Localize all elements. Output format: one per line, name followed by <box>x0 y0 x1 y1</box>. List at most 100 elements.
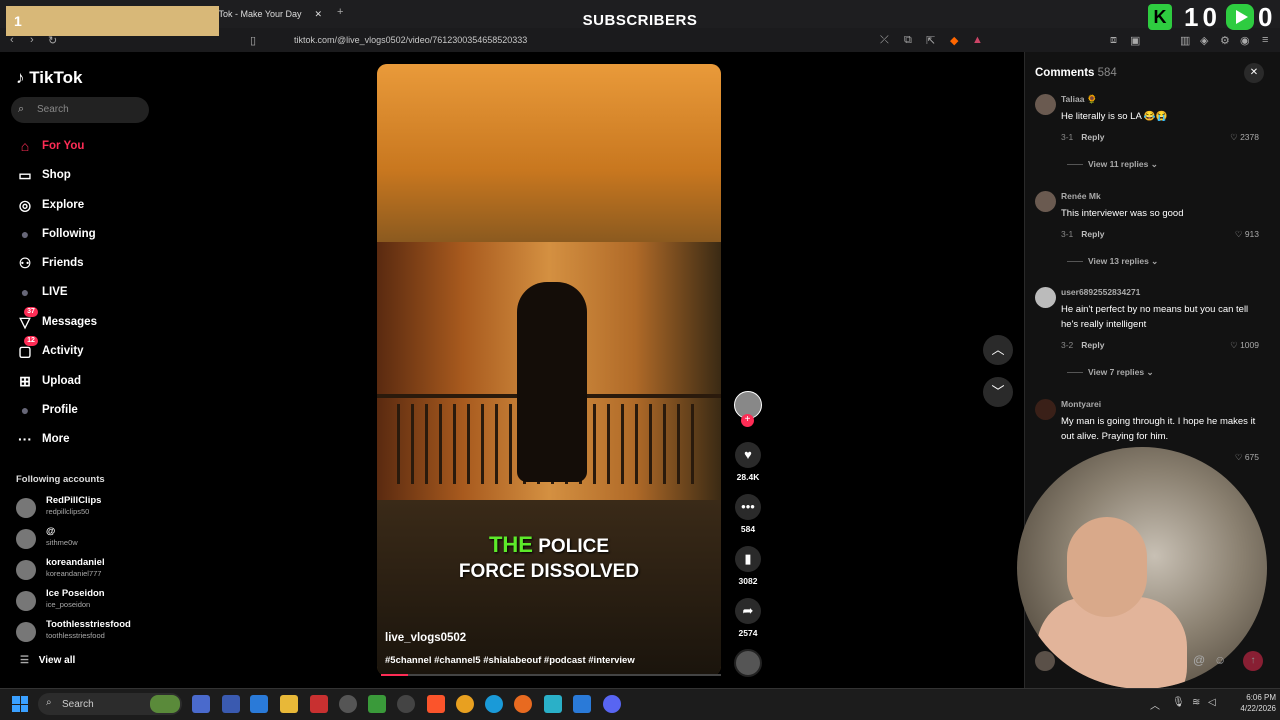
music-disc-icon[interactable] <box>734 649 762 677</box>
sidebar-item-activity[interactable]: ▢ 12 Activity <box>16 336 156 362</box>
search-input[interactable]: ⌕ Search <box>11 97 149 123</box>
sidebar-item-live[interactable]: ● LIVE <box>16 283 156 303</box>
sidebar-item-following[interactable]: ● Following <box>16 225 156 245</box>
subscriber-count: 10 <box>1184 2 1221 32</box>
view-replies-button[interactable]: View 13 replies ⌄ <box>1067 256 1158 267</box>
screenshot-icon[interactable]: ⧉ <box>904 34 912 47</box>
sidebar-item-more[interactable]: ··· More <box>16 430 156 450</box>
split-view-icon[interactable]: ▥ <box>1180 34 1190 47</box>
tiktok-logo[interactable]: ♪ TikTok <box>16 68 82 88</box>
following-account-item[interactable]: Toothlesstriesfood toothlesstriesfood <box>16 618 156 648</box>
github-icon[interactable] <box>397 695 415 713</box>
app-icon[interactable] <box>222 695 240 713</box>
commenter-avatar[interactable] <box>1035 399 1056 420</box>
sidebar-item-for-you[interactable]: ⌂ For You <box>16 137 156 157</box>
vpn-icon[interactable]: ⚙ <box>1220 34 1230 47</box>
sidebar-item-friends[interactable]: ⚇ Friends <box>16 254 156 274</box>
shield-app-icon[interactable] <box>368 695 386 713</box>
comment-button[interactable]: ••• 584 <box>735 494 761 534</box>
weather-widget-icon[interactable] <box>150 695 180 713</box>
close-comments-button[interactable]: ✕ <box>1244 63 1264 83</box>
save-button[interactable]: ▮ 3082 <box>735 546 761 586</box>
following-account-item[interactable]: RedPillClips redpillclips50 <box>16 494 156 524</box>
following-account-item[interactable]: koreandaniel koreandaniel777 <box>16 556 156 586</box>
video-player[interactable] <box>377 64 721 676</box>
commenter-avatar[interactable] <box>1035 191 1056 212</box>
video-progress-bar[interactable] <box>381 674 721 676</box>
view-replies-button[interactable]: View 7 replies ⌄ <box>1067 367 1154 378</box>
rewards-icon[interactable]: ▲ <box>972 34 983 46</box>
comment-like-button[interactable]: ♡ 1009 <box>1230 340 1259 351</box>
leo-icon[interactable]: ◉ <box>1240 34 1250 47</box>
chrome-icon[interactable] <box>456 695 474 713</box>
wifi-icon[interactable]: ≋ <box>1192 697 1200 708</box>
view-all-button[interactable]: ☰ View all <box>20 655 75 666</box>
search-placeholder: Search <box>37 104 69 115</box>
cast-icon[interactable]: ⤫ <box>880 34 889 47</box>
comment-like-button[interactable]: ♡ 2378 <box>1230 132 1259 143</box>
file-explorer-icon[interactable] <box>280 695 298 713</box>
like-button[interactable]: ♥ 28.4K <box>735 442 761 482</box>
view-all-label: View all <box>38 655 76 666</box>
wallet-icon[interactable]: ◈ <box>1200 34 1208 47</box>
sidebar-item-messages[interactable]: ▽ 37 Messages <box>16 307 156 333</box>
sidebar-item-upload[interactable]: ⊞ Upload <box>16 372 156 392</box>
view-replies-label: View 7 replies <box>1088 367 1145 377</box>
following-account-item[interactable]: @ sithme0w <box>16 525 156 555</box>
brave-shield-icon[interactable]: ◆ <box>950 34 958 47</box>
tray-chevron-icon[interactable]: ︿ <box>1150 697 1160 712</box>
firefox-icon[interactable] <box>514 695 532 713</box>
emoji-icon[interactable]: ☺ <box>1214 653 1226 667</box>
sidebar-item-profile[interactable]: ● Profile <box>16 401 156 421</box>
commenter-name[interactable]: Taliaa 🌻 <box>1061 94 1097 105</box>
comment-like-button[interactable]: ♡ 675 <box>1235 452 1259 463</box>
reply-button[interactable]: Reply <box>1081 340 1104 350</box>
notification-badge: 12 <box>24 336 38 346</box>
commenter-name[interactable]: Montyarei <box>1061 399 1101 409</box>
vscode-icon[interactable] <box>573 695 591 713</box>
video-username[interactable]: live_vlogs0502 <box>385 632 466 644</box>
video-hashtags[interactable]: #5channel #channel5 #shialabeouf #podcas… <box>385 655 635 666</box>
commenter-name[interactable]: Renée Mk <box>1061 191 1101 201</box>
brave-browser-icon[interactable] <box>427 695 445 713</box>
commenter-name[interactable]: user6892552834271 <box>1061 287 1140 297</box>
share-button[interactable]: ➦ 2574 <box>735 598 761 638</box>
sidebar-toggle-icon[interactable]: ▣ <box>1130 34 1140 47</box>
view-replies-button[interactable]: View 11 replies ⌄ <box>1067 159 1158 170</box>
mention-icon[interactable]: @ <box>1193 653 1205 667</box>
post-comment-button[interactable]: ↑ <box>1243 651 1263 671</box>
new-tab-button[interactable]: + <box>337 6 343 18</box>
taskbar-clock[interactable]: 6:06 PM 4/22/2026 <box>1220 692 1276 714</box>
browser-tab[interactable]: ikTok - Make Your Day ✕ <box>212 6 328 22</box>
reply-button[interactable]: Reply <box>1081 229 1104 239</box>
discord-icon[interactable] <box>603 695 621 713</box>
commenter-avatar[interactable] <box>1035 94 1056 115</box>
bookmark-icon[interactable]: ▯ <box>250 34 256 47</box>
sidebar-item-explore[interactable]: ◎ Explore <box>16 196 156 216</box>
commenter-avatar[interactable] <box>1035 287 1056 308</box>
sidebar-item-shop[interactable]: ▭ Shop <box>16 166 156 186</box>
share-icon[interactable]: ⇱ <box>926 34 935 47</box>
tab-close-icon[interactable]: ✕ <box>314 6 322 22</box>
extensions-icon[interactable]: ⧈ <box>1110 34 1117 47</box>
remote-desktop-icon[interactable] <box>250 695 268 713</box>
menu-icon[interactable]: ≡ <box>1262 34 1268 46</box>
news-app-icon[interactable] <box>310 695 328 713</box>
taskview-icon[interactable] <box>192 695 210 713</box>
app-icon-2[interactable] <box>544 695 562 713</box>
following-account-item[interactable]: Ice Poseidon ice_poseidon <box>16 587 156 617</box>
edge-icon[interactable] <box>485 695 503 713</box>
caption-highlight: THE <box>488 532 533 557</box>
comment-like-button[interactable]: ♡ 913 <box>1235 229 1259 240</box>
windows-start-icon[interactable] <box>12 696 28 712</box>
next-video-button[interactable]: ﹀ <box>983 377 1013 407</box>
follow-plus-icon[interactable]: + <box>741 414 754 427</box>
address-bar[interactable]: tiktok.com/@live_vlogs0502/video/7612300… <box>294 35 527 45</box>
comments-count: 584 <box>1097 67 1117 79</box>
reply-button[interactable]: Reply <box>1081 132 1104 142</box>
clock-app-icon[interactable] <box>339 695 357 713</box>
account-avatar <box>16 498 36 518</box>
previous-video-button[interactable]: ︿ <box>983 335 1013 365</box>
volume-icon[interactable]: ◁ <box>1208 697 1216 708</box>
mic-icon[interactable]: 🎙 <box>1172 697 1185 708</box>
